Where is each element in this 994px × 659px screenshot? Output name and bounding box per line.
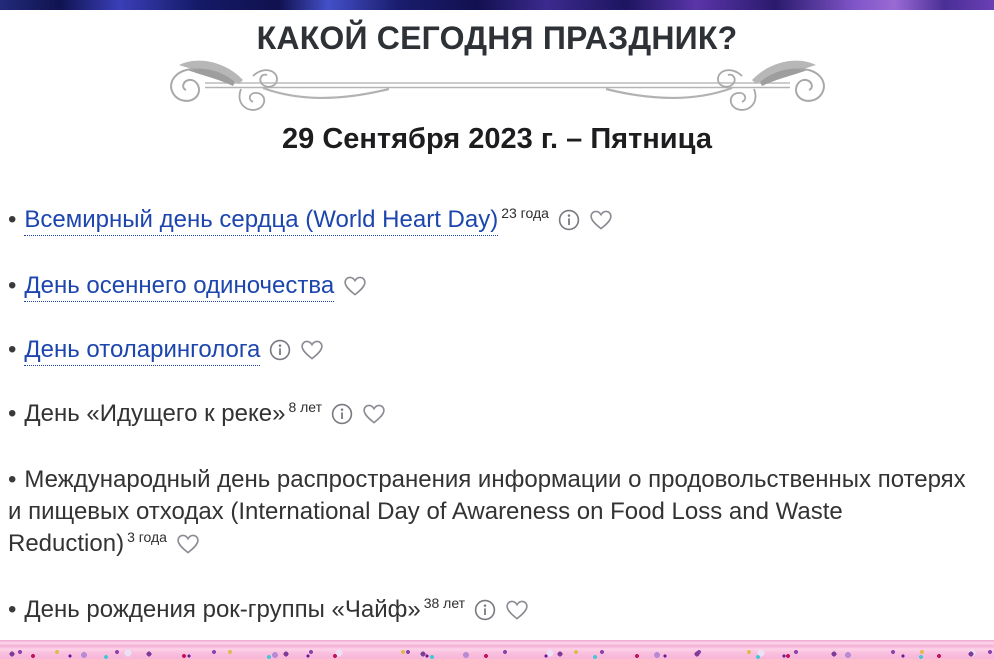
bullet: • [8,336,16,363]
date-heading: 29 Сентября 2023 г. – Пятница [0,121,994,157]
holiday-item: • День отоларинголога [8,334,982,366]
info-icon[interactable] [269,339,291,361]
age-superscript: 38 лет [424,595,465,611]
bullet: • [8,596,16,623]
info-icon[interactable] [331,403,353,425]
favorite-heart-icon[interactable] [505,599,529,621]
holiday-item: •Международный день распространения инфо… [8,464,982,562]
favorite-heart-icon[interactable] [589,209,613,231]
holiday-item: • День осеннего одиночества [8,270,982,302]
bullet: • [8,400,16,427]
favorite-heart-icon[interactable] [362,403,386,425]
favorite-heart-icon[interactable] [343,275,367,297]
age-superscript: 3 года [127,529,167,545]
holiday-item: • День «Идущего к реке»8 лет [8,398,982,432]
top-galaxy-banner [0,0,994,10]
holiday-link[interactable]: День отоларинголога [24,336,260,366]
age-superscript: 23 года [501,205,549,221]
holiday-list: • Всемирный день сердца (World Heart Day)… [0,204,994,628]
page-header: КАКОЙ СЕГОДНЯ ПРАЗДНИК? 29 Сентября 2023… [0,19,994,157]
info-icon[interactable] [474,599,496,621]
favorite-heart-icon[interactable] [300,339,324,361]
bullet: • [8,466,16,493]
holiday-item: • День рождения рок-группы «Чайф»38 лет [8,594,982,628]
bullet: • [8,272,16,299]
bottom-confetti-strip [0,640,994,659]
favorite-heart-icon[interactable] [176,533,200,555]
age-superscript: 8 лет [288,399,322,415]
bullet: • [8,206,16,233]
holiday-item: • Всемирный день сердца (World Heart Day)… [8,204,982,238]
ornament-divider [165,59,830,113]
holiday-title: День рождения рок-группы «Чайф» [24,596,420,623]
page-title: КАКОЙ СЕГОДНЯ ПРАЗДНИК? [0,19,994,57]
holiday-link[interactable]: День осеннего одиночества [24,272,334,302]
holiday-title: День «Идущего к реке» [24,400,285,427]
holiday-link[interactable]: Всемирный день сердца (World Heart Day) [24,206,498,236]
info-icon[interactable] [558,209,580,231]
